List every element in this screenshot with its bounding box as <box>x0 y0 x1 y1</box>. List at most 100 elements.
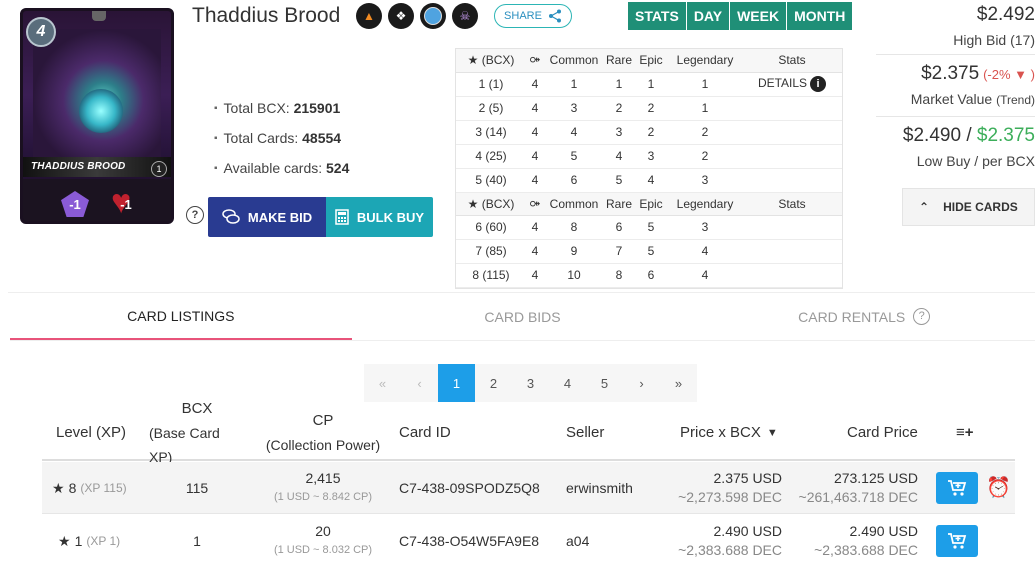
prev-page-button[interactable]: ‹ <box>401 364 438 402</box>
edition-emblem-icon <box>92 11 106 21</box>
per-bcx-value: $2.375 <box>976 125 1035 146</box>
tab-card-rentals[interactable]: CARD RENTALS? <box>693 293 1035 340</box>
row-level: ★ 8 (XP 115) <box>52 479 127 496</box>
first-page-button[interactable]: « <box>364 364 401 402</box>
column-menu-icon[interactable]: ≡+ <box>956 404 974 461</box>
price-panel: $2.492 High Bid (17) $2.375 (-2% ▼ ) Mar… <box>876 0 1035 181</box>
header-rare: Rare <box>604 192 634 216</box>
col-bcx[interactable]: BCX (Base Card XP) <box>149 400 245 465</box>
card-level-badge: 1 <box>151 161 167 177</box>
share-label: SHARE <box>504 10 542 22</box>
low-buy-value: $2.490 <box>902 125 962 146</box>
level-row: 8 (115) 4 10 8 6 4 <box>456 263 842 288</box>
low-buy-block: $2.490 / $2.375 Low Buy / per BCX <box>876 117 1035 181</box>
add-to-cart-button[interactable] <box>936 472 978 504</box>
level-table-header: ★ (BCX) ⚩ Common Rare Epic Legendary Sta… <box>456 49 842 73</box>
card-name-banner: THADDIUS BROOD <box>23 157 171 177</box>
level-row: 5 (40) 4 6 5 4 3 <box>456 168 842 193</box>
water-element-icon[interactable] <box>420 3 446 29</box>
col-seller[interactable]: Seller <box>566 404 604 461</box>
table-row[interactable]: ★ 8 (XP 115) 115 2,415 (1 USD ~ 8.842 CP… <box>42 462 1015 514</box>
header-bcx: ★ (BCX) <box>456 49 526 73</box>
tab-card-bids[interactable]: CARD BIDS <box>352 293 694 340</box>
total-bcx: Total BCX: 215901 <box>214 100 349 116</box>
row-card-id[interactable]: C7-438-09SPODZ5Q8 <box>399 462 540 514</box>
level-row: 2 (5) 4 3 2 2 1 <box>456 96 842 121</box>
table-row[interactable]: ★ 1 (XP 1) 1 20 (1 USD ~ 8.032 CP) C7-43… <box>42 515 1015 565</box>
make-bid-button[interactable]: MAKE BID <box>208 197 326 237</box>
card-info-list: Total BCX: 215901 Total Cards: 48554 Ava… <box>214 100 350 190</box>
page-2-button[interactable]: 2 <box>475 364 512 402</box>
info-icon: i <box>810 76 827 92</box>
header-rare: Rare <box>604 49 634 73</box>
header-bcx: ★ (BCX) <box>456 192 526 216</box>
card-stats-bar <box>23 179 171 221</box>
col-card-id[interactable]: Card ID <box>399 404 451 461</box>
help-icon[interactable]: ? <box>913 308 931 325</box>
row-card-price: 273.125 USD ~261,463.718 DEC <box>798 470 918 505</box>
page-4-button[interactable]: 4 <box>549 364 586 402</box>
help-icon[interactable]: ? <box>186 206 204 224</box>
splinter-icon[interactable]: ❖ <box>388 3 414 29</box>
market-change: (-2% ▼ ) <box>983 67 1035 82</box>
row-bcx: 115 <box>185 479 209 496</box>
row-actions: ⏰ <box>936 462 1011 514</box>
share-button[interactable]: SHARE <box>494 4 572 28</box>
row-price-bcx: 2.375 USD ~2,273.598 DEC <box>678 470 782 505</box>
page-3-button[interactable]: 3 <box>512 364 549 402</box>
alarm-clock-icon[interactable]: ⏰ <box>986 478 1011 498</box>
period-tabs: STATS DAY WEEK MONTH <box>628 2 853 30</box>
header-common: Common <box>544 49 604 73</box>
available-cards: Available cards: 524 <box>214 160 350 176</box>
col-card-price[interactable]: Card Price <box>847 404 918 461</box>
chaos-legion-icon[interactable]: ▲ <box>356 3 382 29</box>
hide-cards-button[interactable]: ⌃ HIDE CARDS <box>902 188 1035 226</box>
cart-plus-icon <box>948 480 967 496</box>
card-image: 4 THADDIUS BROOD 1 -1 -1 <box>20 8 174 224</box>
add-to-cart-button[interactable] <box>936 525 978 557</box>
col-price-bcx[interactable]: Price x BCX ▼ <box>680 404 778 461</box>
row-card-price: 2.490 USD ~2,383.688 DEC <box>814 523 918 558</box>
page-1-button[interactable]: 1 <box>438 364 475 402</box>
tab-stats[interactable]: STATS <box>628 2 687 30</box>
level-table-header: ★ (BCX) ⚩ Common Rare Epic Legendary Sta… <box>456 192 842 216</box>
row-seller[interactable]: erwinsmith <box>566 462 633 514</box>
star-icon: ★ <box>58 532 71 549</box>
level-row: 1 (1) 4 1 1 1 1 DETAILS i <box>456 72 842 97</box>
last-page-button[interactable]: » <box>660 364 697 402</box>
edition-icons: ▲ ❖ ☠ <box>356 3 478 29</box>
bulk-buy-button[interactable]: BULK BUY <box>326 197 433 237</box>
header-gold-icon: ⚩ <box>526 192 544 216</box>
next-page-button[interactable]: › <box>623 364 660 402</box>
death-element-icon[interactable]: ☠ <box>452 3 478 29</box>
tab-day[interactable]: DAY <box>686 2 731 30</box>
pagination: « ‹ 1 2 3 4 5 › » <box>364 364 697 402</box>
health-stat: -1 <box>111 185 141 219</box>
total-cards: Total Cards: 48554 <box>214 130 349 146</box>
col-cp[interactable]: CP (Collection Power) <box>262 404 384 461</box>
header-epic: Epic <box>634 192 668 216</box>
page-5-button[interactable]: 5 <box>586 364 623 402</box>
header-legendary: Legendary <box>668 192 742 216</box>
row-cp: 2,415 (1 USD ~ 8.842 CP) <box>273 470 373 503</box>
calculator-icon <box>335 209 349 225</box>
row-cp: 20 (1 USD ~ 8.032 CP) <box>273 523 373 556</box>
tab-month[interactable]: MONTH <box>787 2 853 30</box>
col-level[interactable]: Level (XP) <box>56 404 126 461</box>
row-bcx: 1 <box>193 532 201 549</box>
header-stats: Stats <box>742 192 842 216</box>
market-value-label: Market Value (Trend) <box>910 91 1035 107</box>
high-bid-block: $2.492 High Bid (17) <box>876 0 1035 55</box>
row-seller[interactable]: a04 <box>566 515 589 565</box>
low-buy-label: Low Buy / per BCX <box>916 153 1035 169</box>
details-link[interactable]: DETAILS i <box>742 72 842 97</box>
row-card-id[interactable]: C7-438-O54W5FA9E8 <box>399 515 539 565</box>
header-legendary: Legendary <box>668 49 742 73</box>
header-gold-icon: ⚩ <box>526 49 544 73</box>
tab-card-listings[interactable]: CARD LISTINGS <box>10 293 352 340</box>
cart-plus-icon <box>948 533 967 549</box>
level-row: 7 (85) 4 9 7 5 4 <box>456 239 842 264</box>
high-bid-value: $2.492 <box>976 4 1035 25</box>
header-stats: Stats <box>742 49 842 73</box>
tab-week[interactable]: WEEK <box>730 2 788 30</box>
